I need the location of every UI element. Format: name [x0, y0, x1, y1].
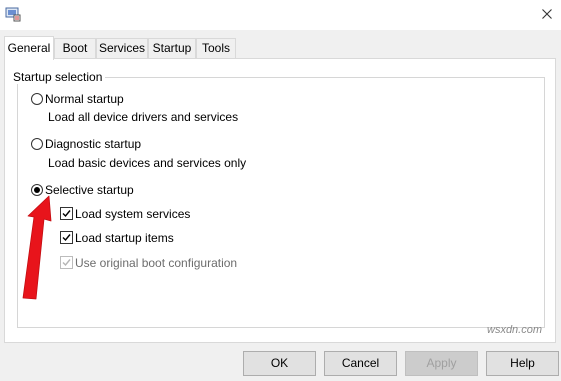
msconfig-icon — [5, 6, 21, 22]
title-bar — [0, 0, 561, 30]
diagnostic-startup-description: Load basic devices and services only — [48, 156, 247, 170]
diagnostic-startup-label[interactable]: Diagnostic startup — [45, 137, 141, 151]
group-title: Startup selection — [10, 70, 106, 84]
watermark: wsxdn.com — [487, 324, 543, 336]
use-original-boot-config-label: Use original boot configuration — [75, 256, 238, 270]
checkmark-icon — [62, 259, 71, 267]
load-system-services-checkbox[interactable] — [60, 207, 73, 220]
use-original-boot-config-checkbox — [60, 256, 73, 269]
close-icon — [542, 9, 552, 19]
selective-startup-label[interactable]: Selective startup — [45, 183, 134, 197]
tab-boot[interactable]: Boot — [54, 38, 96, 58]
normal-startup-radio[interactable] — [31, 93, 43, 105]
tab-services[interactable]: Services — [96, 38, 148, 58]
normal-startup-label[interactable]: Normal startup — [45, 92, 124, 106]
checkmark-icon — [62, 210, 71, 218]
help-button[interactable]: Help — [486, 351, 559, 376]
normal-startup-description: Load all device drivers and services — [48, 110, 239, 124]
cancel-button[interactable]: Cancel — [324, 351, 397, 376]
diagnostic-startup-radio[interactable] — [31, 138, 43, 150]
load-system-services-label[interactable]: Load system services — [75, 207, 190, 221]
load-startup-items-checkbox[interactable] — [60, 231, 73, 244]
ok-button[interactable]: OK — [243, 351, 316, 376]
radio-selected-dot — [34, 187, 40, 193]
close-button[interactable] — [533, 0, 561, 28]
apply-button: Apply — [405, 351, 478, 376]
load-startup-items-label[interactable]: Load startup items — [75, 231, 174, 245]
tab-startup[interactable]: Startup — [148, 38, 196, 58]
tab-general[interactable]: General — [4, 36, 54, 60]
annotation-arrow-icon — [22, 195, 52, 300]
tab-tools[interactable]: Tools — [196, 38, 236, 58]
checkmark-icon — [62, 234, 71, 242]
